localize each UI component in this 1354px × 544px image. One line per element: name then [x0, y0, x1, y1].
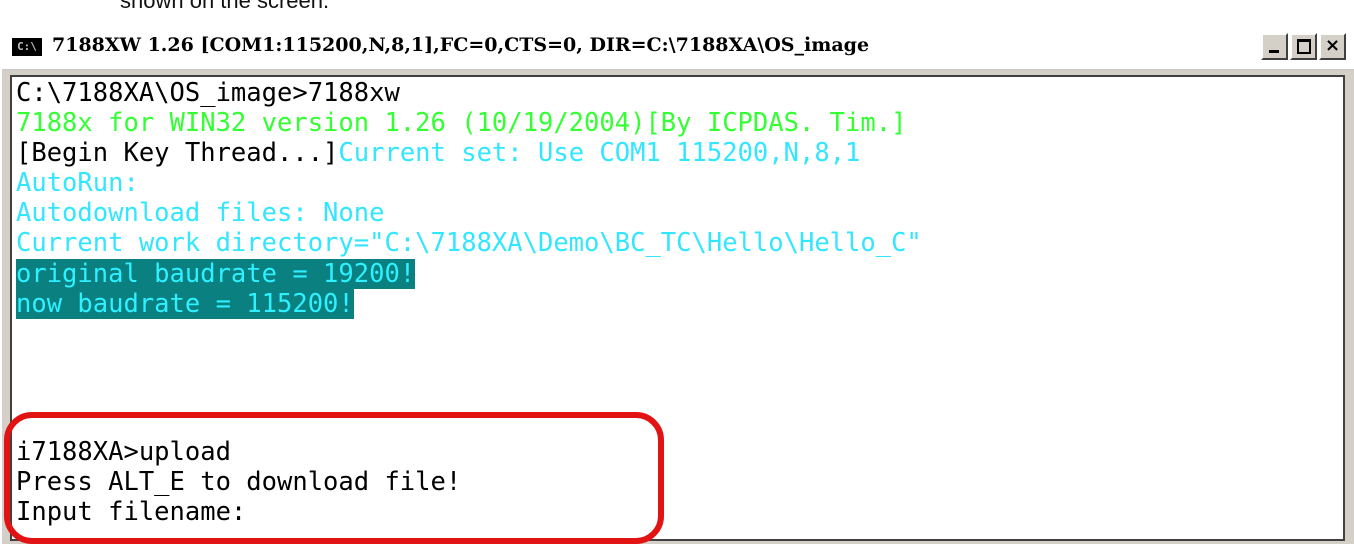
console-line-input-filename: Input filename:	[16, 497, 247, 527]
console-line-press-alt-e: Press ALT_E to download file!	[16, 467, 462, 497]
console-line-now-baudrate: now baudrate = 115200!	[16, 289, 354, 320]
console-line-upload-command: i7188XA>upload	[16, 437, 231, 467]
key-thread-text: [Begin Key Thread...]	[16, 138, 339, 168]
console-window[interactable]: C:\ 7188XW 1.26 [COM1:115200,N,8,1],FC=0…	[0, 23, 1354, 544]
console-line-work-directory: Current work directory="C:\7188XA\Demo\B…	[16, 228, 922, 258]
window-title: 7188XW 1.26 [COM1:115200,N,8,1],FC=0,CTS…	[52, 34, 870, 56]
console-app-icon[interactable]: C:\	[12, 38, 42, 56]
minimize-icon	[1269, 50, 1279, 53]
now-baudrate-text: now baudrate = 115200!	[16, 289, 354, 319]
original-baudrate-text: original baudrate = 19200!	[16, 259, 416, 289]
close-button[interactable]: ×	[1319, 33, 1346, 60]
minimize-button[interactable]	[1261, 33, 1288, 60]
console-line-version: 7188x for WIN32 version 1.26 (10/19/2004…	[16, 108, 907, 138]
console-line-autorun: AutoRun:	[16, 168, 139, 198]
page: shown on the screen. C:\ 7188XW 1.26 [CO…	[0, 0, 1354, 544]
title-bar[interactable]: C:\ 7188XW 1.26 [COM1:115200,N,8,1],FC=0…	[2, 25, 1354, 70]
console-output[interactable]: C:\7188XA\OS_image>7188xw 7188x for WIN3…	[10, 75, 1345, 541]
current-set-text: Current set: Use COM1 115200,N,8,1	[338, 138, 861, 168]
close-icon: ×	[1324, 35, 1341, 56]
caption-fragment: shown on the screen.	[120, 0, 330, 13]
console-line-original-baudrate: original baudrate = 19200!	[16, 259, 416, 290]
console-line-prompt: C:\7188XA\OS_image>7188xw	[16, 78, 400, 108]
console-line-autodownload: Autodownload files: None	[16, 198, 385, 228]
console-line-key-thread: [Begin Key Thread...]Current set: Use CO…	[16, 138, 861, 169]
maximize-button[interactable]	[1290, 33, 1317, 60]
maximize-icon	[1297, 39, 1311, 54]
